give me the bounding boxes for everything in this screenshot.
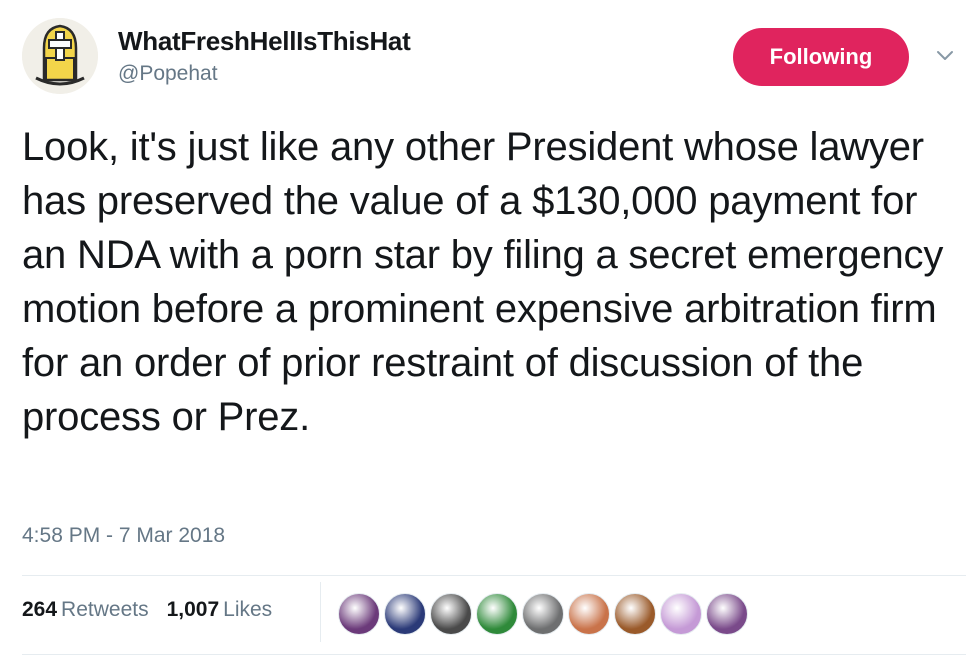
liker-avatars xyxy=(338,593,748,635)
divider xyxy=(22,575,966,576)
liker-avatar-4[interactable] xyxy=(476,593,518,635)
divider xyxy=(22,654,966,655)
liker-avatar-3[interactable] xyxy=(430,593,472,635)
chevron-down-icon[interactable] xyxy=(934,48,956,64)
liker-avatar-1[interactable] xyxy=(338,593,380,635)
liker-avatar-2[interactable] xyxy=(384,593,426,635)
tweet-timestamp[interactable]: 4:58 PM - 7 Mar 2018 xyxy=(22,524,225,548)
stats-divider xyxy=(320,582,321,642)
liker-avatar-5[interactable] xyxy=(522,593,564,635)
liker-avatar-8[interactable] xyxy=(660,593,702,635)
author-avatar[interactable] xyxy=(22,18,98,94)
liker-avatar-6[interactable] xyxy=(568,593,610,635)
liker-avatar-7[interactable] xyxy=(614,593,656,635)
liker-avatar-9[interactable] xyxy=(706,593,748,635)
tweet-stats: 264 Retweets 1,007 Likes xyxy=(22,598,272,622)
likes-count: 1,007 xyxy=(166,598,220,621)
likes-stat[interactable]: 1,007 Likes xyxy=(167,598,273,622)
author-handle[interactable]: @Popehat xyxy=(118,62,218,86)
retweets-label: Retweets xyxy=(61,598,149,621)
following-button[interactable]: Following xyxy=(733,28,909,86)
pope-hat-avatar-icon xyxy=(22,18,98,94)
tweet-text: Look, it's just like any other President… xyxy=(22,125,944,439)
likes-label: Likes xyxy=(223,598,273,621)
retweets-count: 264 xyxy=(22,598,58,621)
author-display-name[interactable]: WhatFreshHellIsThisHat xyxy=(118,26,411,57)
retweets-stat[interactable]: 264 Retweets xyxy=(22,598,149,622)
